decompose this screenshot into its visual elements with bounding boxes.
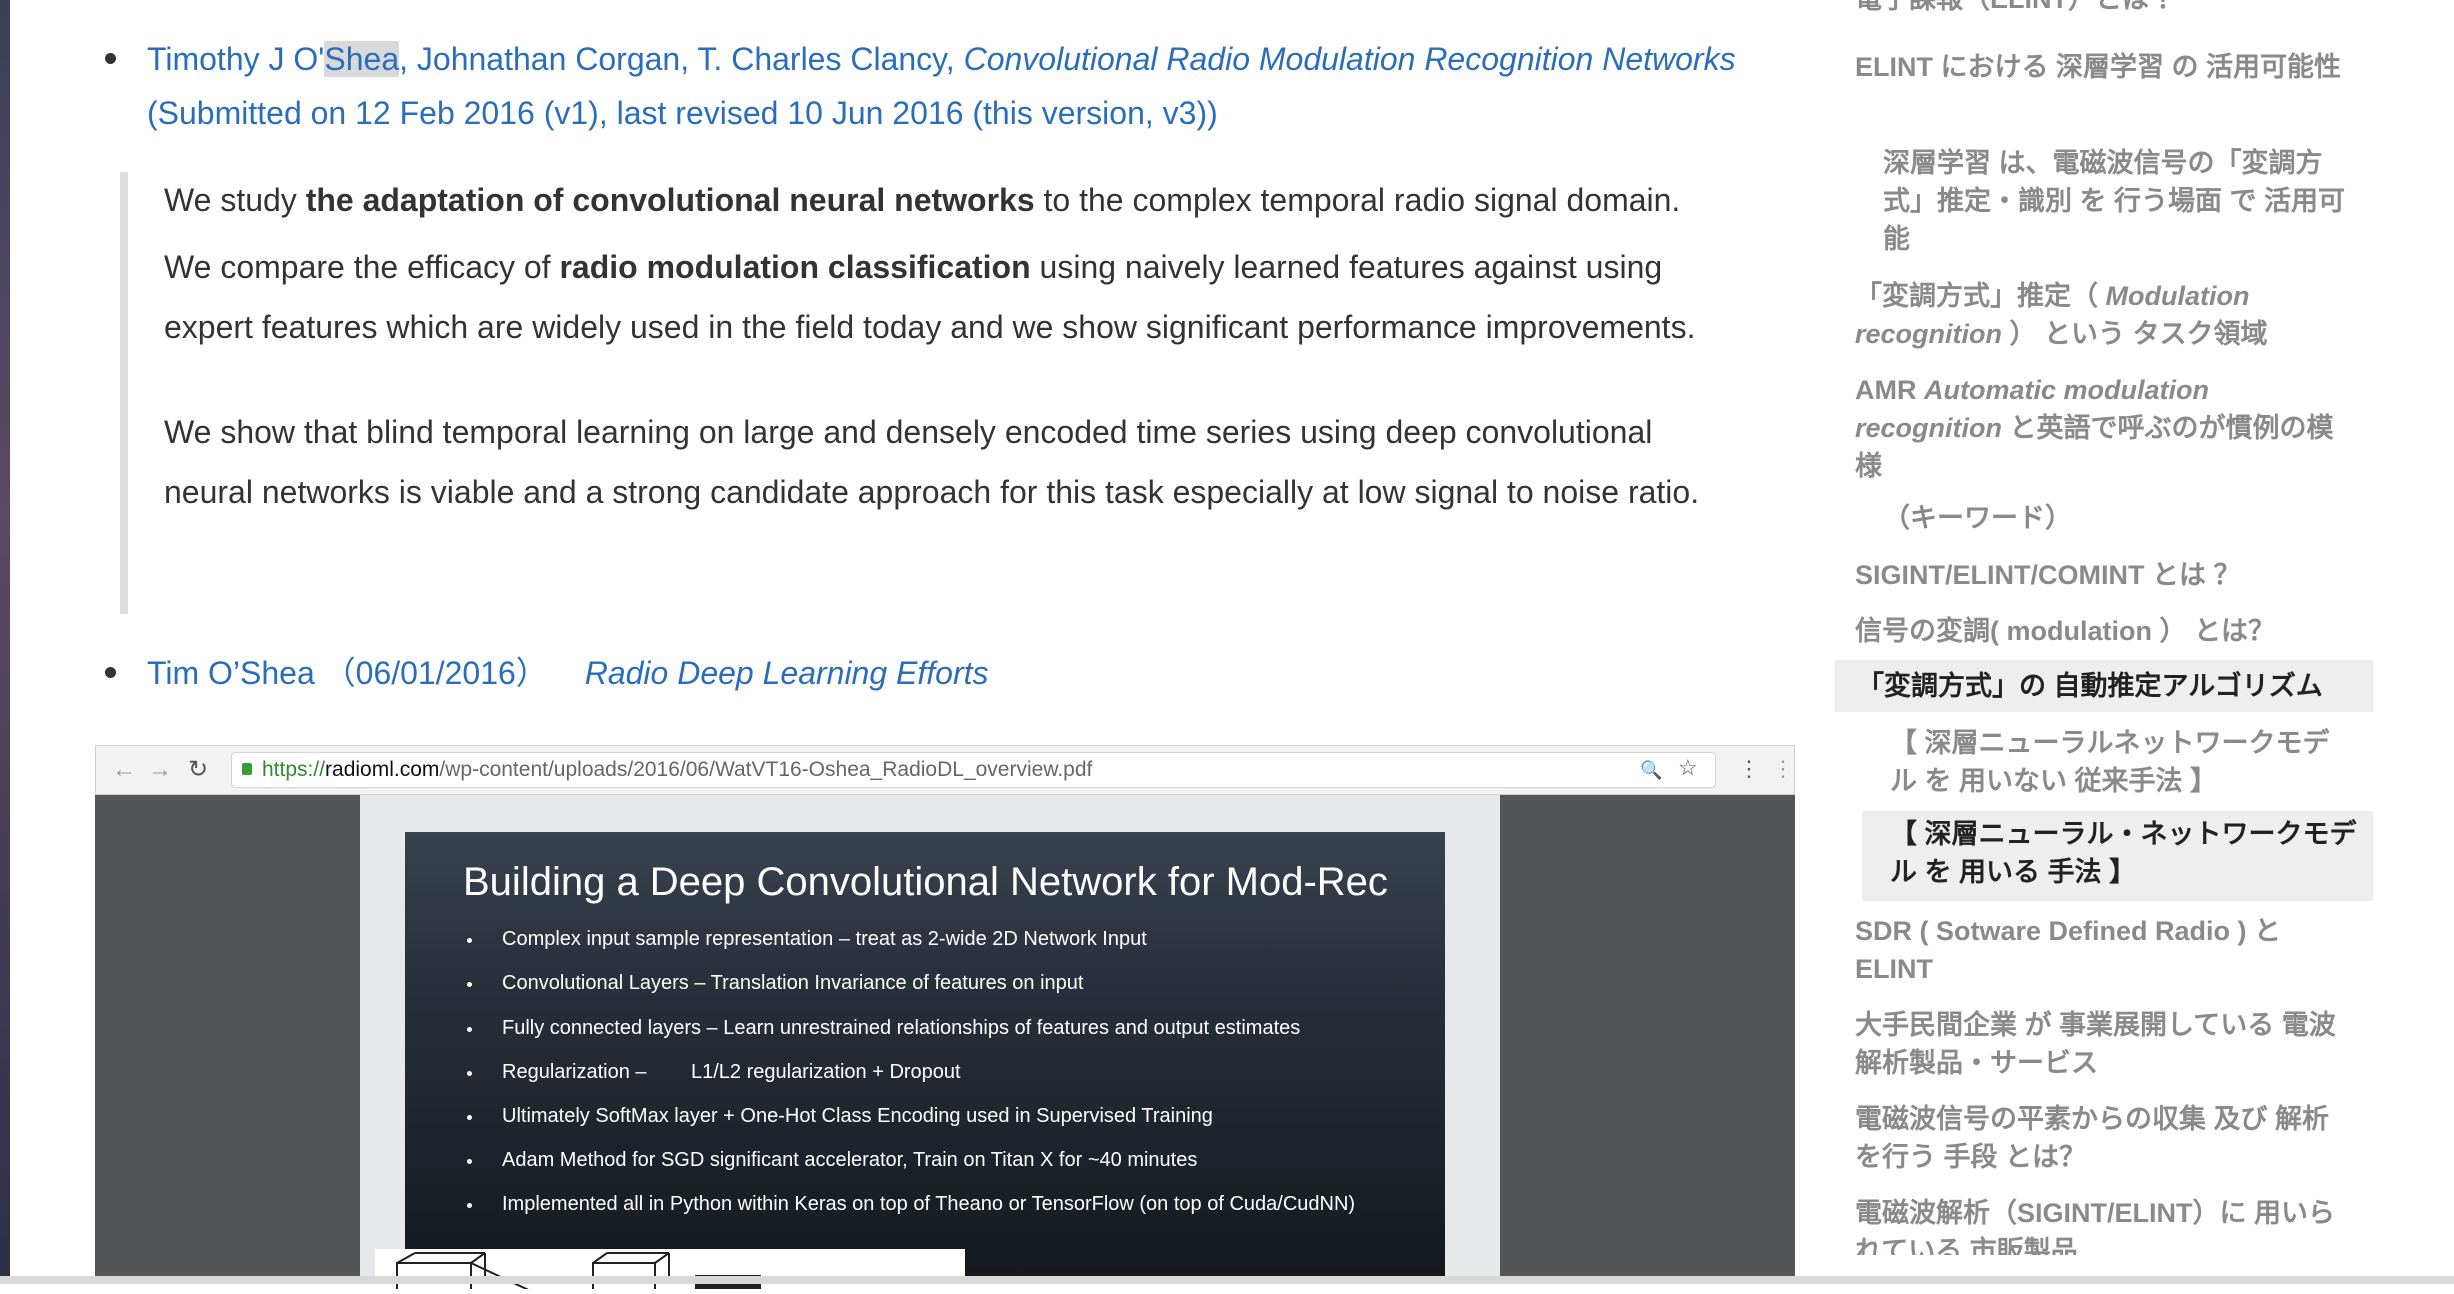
abstract-paragraph-3: We show that blind temporal learning on …	[164, 414, 1700, 510]
window-bottom-edge	[0, 1276, 2454, 1284]
reference-submitted-link[interactable]: (Submitted on 12 Feb 2016 (v1), last rev…	[147, 86, 1218, 140]
toc-item-modulation-recognition[interactable]: 「変調方式」推定（ Modulation recognition ） という タ…	[1855, 277, 2355, 353]
browser-toolbar: ← → ↻ https://radioml.com/wp-content/upl…	[95, 745, 1795, 795]
toc-item-elint-deep-learning[interactable]: ELINT における 深層学習 の 活用可能性	[1855, 48, 2355, 86]
pdf-viewer[interactable]: Building a Deep Convolutional Network fo…	[95, 795, 1795, 1294]
url-text: https://radioml.com/wp-content/uploads/2…	[262, 758, 1093, 781]
toc-item-conventional-methods[interactable]: 【 深層ニューラルネットワークモデル を 用いない 従来手法 】	[1890, 724, 2350, 800]
reference-author-date-link[interactable]: Tim O’Shea （06/01/2016）	[147, 655, 548, 691]
desktop-edge	[0, 0, 10, 1284]
lock-icon	[242, 763, 252, 775]
bookmark-star-icon[interactable]: ☆	[1678, 753, 1698, 783]
toc-item-keywords[interactable]: （キーワード）	[1883, 499, 2355, 537]
abstract-blockquote: We study the adaptation of convolutional…	[120, 172, 1748, 614]
reference-title-link[interactable]: Radio Deep Learning Efforts	[585, 655, 989, 691]
toc-item-signal-modulation[interactable]: 信号の変調( modulation ） とは？	[1855, 612, 2355, 650]
pdf-slide: Building a Deep Convolutional Network fo…	[375, 832, 1445, 1294]
toc-item-commercial-products[interactable]: 電磁波解析（SIGINT/ELINT）に 用いられている 市販製品	[1855, 1194, 2355, 1255]
toc-item-commercial-services[interactable]: 大手民間企業 が 事業展開している 電波解析製品・サービス	[1855, 1006, 2355, 1082]
embedded-browser-screenshot: ← → ↻ https://radioml.com/wp-content/upl…	[95, 745, 1795, 1294]
toc-item-deep-nn-methods-active[interactable]: 【 深層ニューラル・ネットワークモデル を 用いる 手法 】	[1862, 811, 2373, 901]
reference-authors-link[interactable]: Timothy J O'Shea, Johnathan Corgan, T. C…	[147, 41, 1736, 77]
reference-line-2: Tim O’Shea （06/01/2016） Radio Deep Learn…	[147, 646, 989, 700]
reference-line-1[interactable]: Timothy J O'Shea, Johnathan Corgan, T. C…	[147, 32, 1736, 86]
bullet-dot	[105, 667, 116, 678]
toc-item-modulation-estimation[interactable]: 深層学習 は、電磁波信号の「変調方式」推定・識別 を 行う場面 で 活用可能	[1883, 144, 2355, 258]
forward-arrow-icon[interactable]: →	[148, 754, 172, 786]
reference-paper-title[interactable]: Convolutional Radio Modulation Recogniti…	[964, 41, 1736, 77]
toc-item-auto-estimation-algorithm-active[interactable]: 「変調方式」の 自動推定アルゴリズム	[1835, 660, 2373, 712]
toc-item-amr[interactable]: AMR Automatic modulation recognition と英語…	[1855, 371, 2355, 485]
back-arrow-icon[interactable]: ←	[112, 754, 136, 786]
extension-menu-icon[interactable]: ⋮	[1772, 754, 1794, 784]
browser-menu-icon[interactable]: ⋮	[1738, 754, 1760, 784]
toc-item-sigint-elint-comint[interactable]: SIGINT/ELINT/COMINT とは ？	[1855, 556, 2355, 594]
toc-item-collection-methods[interactable]: 電磁波信号の平素からの収集 及び 解析 を行う 手段 とは？	[1855, 1100, 2355, 1176]
abstract-paragraph-1: We study the adaptation of convolutional…	[164, 182, 1681, 218]
table-of-contents-sidebar: 電子課報（ELINT）とは ？ ELINT における 深層学習 の 活用可能性 …	[1835, 0, 2375, 1284]
zoom-icon[interactable]: 🔍	[1640, 755, 1662, 785]
bullet-dot	[105, 53, 116, 64]
reload-icon[interactable]: ↻	[188, 754, 208, 786]
toc-item-elint[interactable]: 電子課報（ELINT）とは ？	[1855, 0, 2355, 18]
abstract-paragraph-2: We compare the efficacy of radio modulat…	[164, 249, 1696, 345]
slide-title: Building a Deep Convolutional Network fo…	[463, 860, 1388, 904]
article-content: Timothy J O'Shea, Johnathan Corgan, T. C…	[10, 0, 1810, 1294]
address-bar[interactable]: https://radioml.com/wp-content/uploads/2…	[231, 752, 1716, 788]
selected-text-highlight: Shea	[324, 41, 400, 77]
toc-item-sdr-elint[interactable]: SDR ( Sotware Defined Radio ) と ELINT	[1855, 912, 2355, 988]
